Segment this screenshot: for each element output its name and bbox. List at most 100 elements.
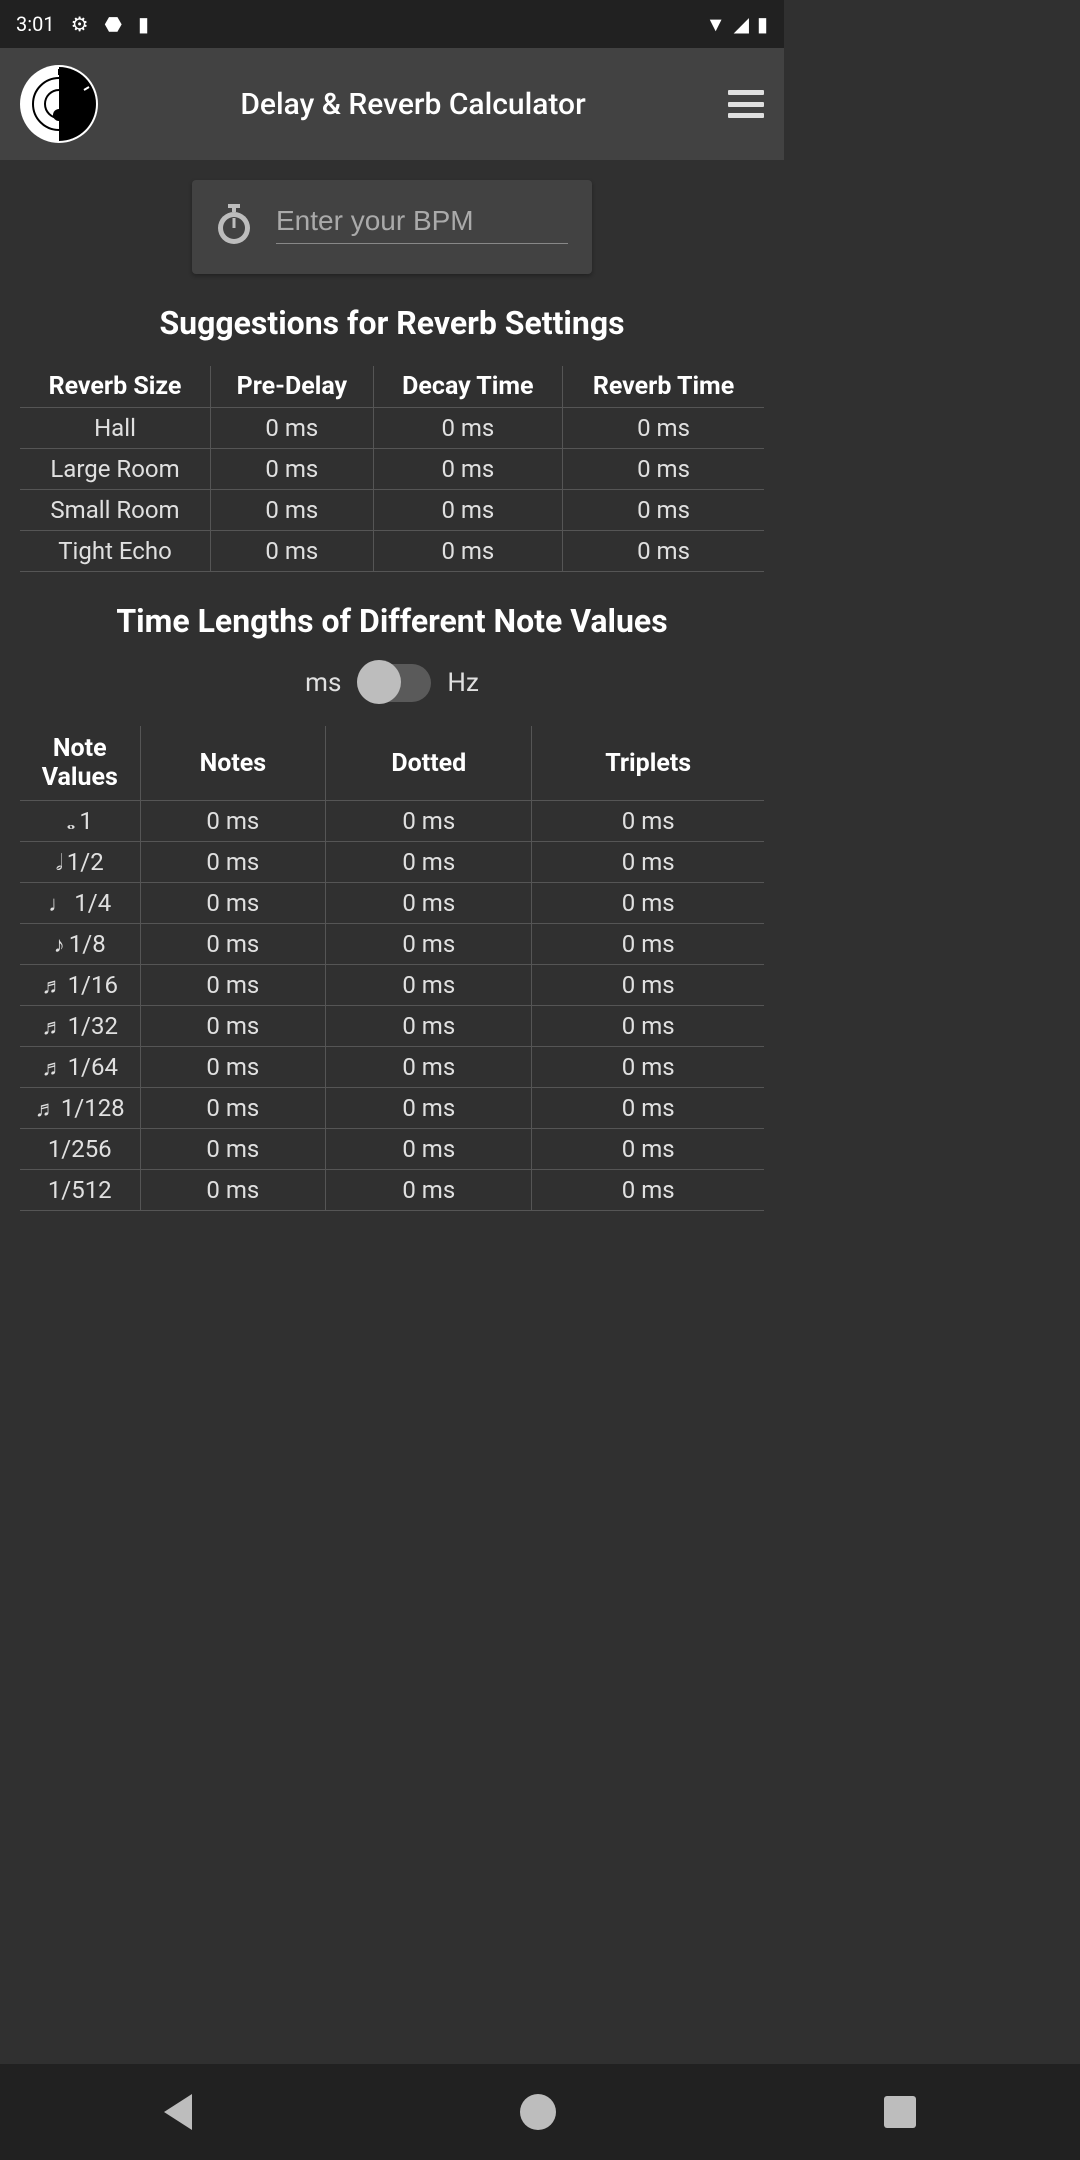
table-row: 𝅗𝅥1/20 ms0 ms0 ms [20,842,764,883]
status-bar: 3:01 ⚙ ⬣ ▮ ▼ ◢ ▮ [0,0,784,48]
bpm-input[interactable] [276,205,568,237]
note-value-label: 1/32 [68,1012,118,1040]
reverb-section-title: Suggestions for Reverb Settings [20,304,764,342]
notes-th-values: Note Values [20,726,140,801]
note-value-cell: ♬1/64 [20,1047,140,1088]
notes-cell-dotted: 0 ms [326,965,532,1006]
notes-cell-dotted: 0 ms [326,924,532,965]
notes-cell-triplets: 0 ms [532,924,764,965]
notes-cell-triplets: 0 ms [532,1047,764,1088]
reverb-cell-size: Tight Echo [20,531,211,572]
note-value-label: 1/128 [61,1094,125,1122]
reverb-cell-size: Large Room [20,449,211,490]
reverb-cell-reverb: 0 ms [563,449,764,490]
notes-cell-notes: 0 ms [140,1088,326,1129]
note-value-label: 1/16 [68,971,118,999]
nav-home-icon[interactable] [520,2094,556,2130]
note-glyph-icon: 𝅝 [67,810,76,835]
notes-cell-triplets: 0 ms [532,883,764,924]
unit-switch[interactable] [357,664,431,702]
app-header: Delay & Reverb Calculator [0,48,784,160]
reverb-cell-decay: 0 ms [373,490,562,531]
notes-th-notes: Notes [140,726,326,801]
note-glyph-icon: ♬ [35,1097,57,1122]
settings-icon: ⚙ [71,12,89,36]
notes-table: Note Values Notes Dotted Triplets 𝅝10 ms… [20,726,764,1211]
reverb-cell-decay: 0 ms [373,408,562,449]
note-value-cell: ♬1/16 [20,965,140,1006]
table-row: 1/5120 ms0 ms0 ms [20,1170,764,1211]
note-value-cell: ♪1/8 [20,924,140,965]
table-row: ♩1/40 ms0 ms0 ms [20,883,764,924]
nav-back-icon[interactable] [164,2094,192,2130]
notes-cell-triplets: 0 ms [532,1088,764,1129]
sd-card-icon: ▮ [138,12,149,36]
table-row: 1/2560 ms0 ms0 ms [20,1129,764,1170]
notes-cell-dotted: 0 ms [326,801,532,842]
table-row: Small Room0 ms0 ms0 ms [20,490,764,531]
table-row: Hall0 ms0 ms0 ms [20,408,764,449]
note-value-cell: 1/256 [20,1129,140,1170]
table-row: Tight Echo0 ms0 ms0 ms [20,531,764,572]
table-row: Large Room0 ms0 ms0 ms [20,449,764,490]
notes-section-title: Time Lengths of Different Note Values [20,602,764,640]
note-value-label: 1/4 [74,889,111,917]
note-glyph-icon: ♪ [54,933,65,958]
note-value-cell: ♩1/4 [20,883,140,924]
notes-cell-notes: 0 ms [140,924,326,965]
status-time: 3:01 [16,12,55,36]
note-glyph-icon: ♬ [42,1056,64,1081]
notes-cell-dotted: 0 ms [326,1129,532,1170]
reverb-cell-reverb: 0 ms [563,490,764,531]
reverb-th-predelay: Pre-Delay [211,366,374,408]
reverb-cell-size: Small Room [20,490,211,531]
notes-cell-triplets: 0 ms [532,1170,764,1211]
note-value-label: 1/2 [67,848,104,876]
shield-icon: ⬣ [105,12,122,36]
notes-cell-dotted: 0 ms [326,1047,532,1088]
unit-hz-label: Hz [447,668,478,698]
notes-cell-dotted: 0 ms [326,883,532,924]
note-value-cell: ♬1/128 [20,1088,140,1129]
reverb-cell-predelay: 0 ms [211,408,374,449]
reverb-th-size: Reverb Size [20,366,211,408]
table-row: ♪1/80 ms0 ms0 ms [20,924,764,965]
reverb-cell-reverb: 0 ms [563,408,764,449]
note-value-cell: 1/512 [20,1170,140,1211]
notes-cell-dotted: 0 ms [326,842,532,883]
notes-cell-triplets: 0 ms [532,801,764,842]
note-value-label: 1 [79,807,93,835]
wifi-icon: ▼ [706,12,726,37]
note-value-cell: ♬1/32 [20,1006,140,1047]
stopwatch-icon [216,204,252,244]
page-title: Delay & Reverb Calculator [98,87,728,122]
table-row: ♬1/160 ms0 ms0 ms [20,965,764,1006]
unit-toggle: ms Hz [20,664,764,702]
notes-cell-notes: 0 ms [140,883,326,924]
notes-cell-notes: 0 ms [140,1047,326,1088]
reverb-cell-decay: 0 ms [373,531,562,572]
reverb-th-reverb: Reverb Time [563,366,764,408]
bpm-card [192,180,592,274]
note-glyph-icon: 𝅗𝅥 [56,851,63,876]
notes-cell-dotted: 0 ms [326,1088,532,1129]
nav-bar [0,2064,1080,2160]
reverb-cell-decay: 0 ms [373,449,562,490]
table-row: ♬1/1280 ms0 ms0 ms [20,1088,764,1129]
table-row: 𝅝10 ms0 ms0 ms [20,801,764,842]
reverb-cell-predelay: 0 ms [211,490,374,531]
battery-icon: ▮ [757,12,768,36]
notes-cell-triplets: 0 ms [532,1129,764,1170]
notes-cell-triplets: 0 ms [532,1006,764,1047]
notes-cell-triplets: 0 ms [532,965,764,1006]
hamburger-menu-icon[interactable] [728,90,764,118]
notes-cell-notes: 0 ms [140,801,326,842]
notes-cell-notes: 0 ms [140,1170,326,1211]
notes-cell-notes: 0 ms [140,1129,326,1170]
note-value-label: 1/256 [48,1135,112,1163]
note-value-label: 1/512 [48,1176,112,1204]
table-row: ♬1/640 ms0 ms0 ms [20,1047,764,1088]
note-value-label: 1/8 [69,930,106,958]
nav-recent-icon[interactable] [884,2096,916,2128]
notes-th-triplets: Triplets [532,726,764,801]
